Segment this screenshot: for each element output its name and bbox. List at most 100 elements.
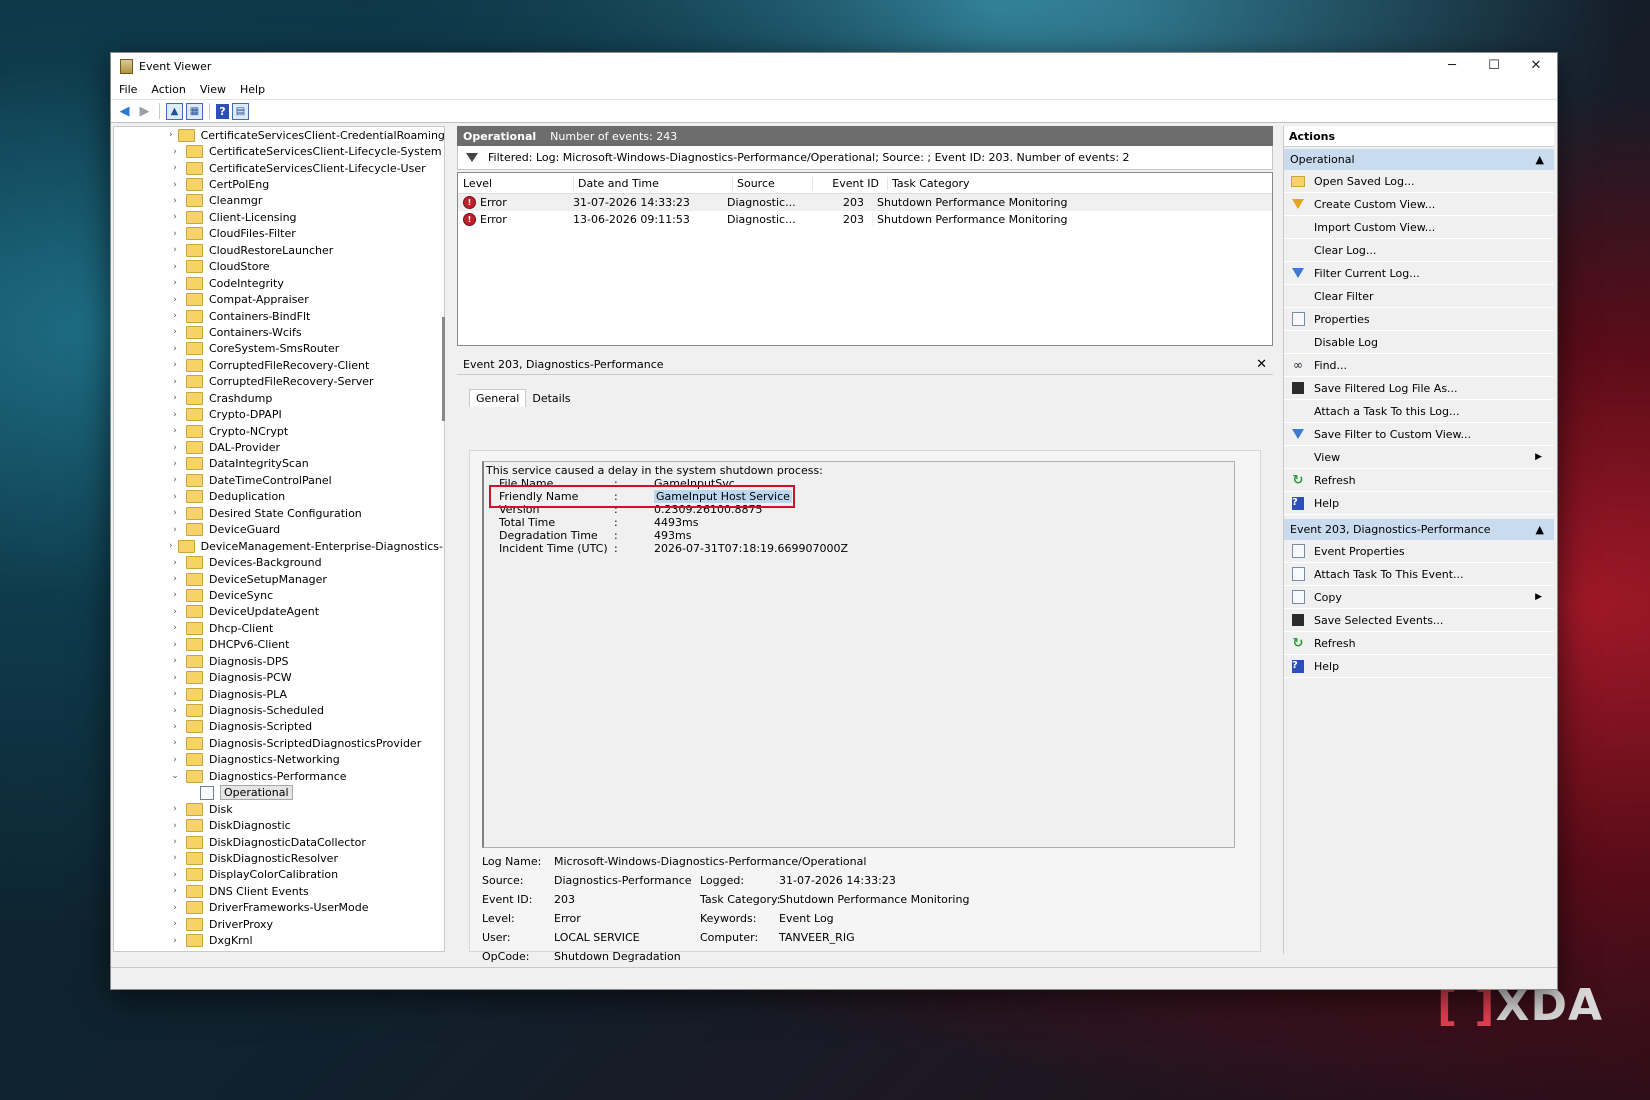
- tree-item[interactable]: › DAL-Provider: [114, 439, 444, 455]
- chevron-right-icon[interactable]: ›: [169, 903, 181, 913]
- menu-help[interactable]: Help: [240, 83, 274, 96]
- chevron-right-icon[interactable]: ›: [169, 886, 181, 896]
- tree-item[interactable]: › DriverFrameworks-UserMode: [114, 900, 444, 916]
- chevron-right-icon[interactable]: ›: [169, 229, 181, 239]
- tree-item[interactable]: › CloudStore: [114, 259, 444, 275]
- col-level[interactable]: Level: [458, 177, 573, 190]
- tree-item[interactable]: › Diagnosis-DPS: [114, 653, 444, 669]
- tree-item[interactable]: › DiskDiagnosticDataCollector: [114, 834, 444, 850]
- tree-item[interactable]: › Disk: [114, 801, 444, 817]
- tree-item[interactable]: › DxgKrnl: [114, 932, 444, 948]
- tree-item[interactable]: › Diagnostics-Networking: [114, 752, 444, 768]
- tree-item[interactable]: › Compat-Appraiser: [114, 291, 444, 307]
- close-button[interactable]: ✕: [1515, 53, 1557, 79]
- collapse-up-icon[interactable]: ▲: [1536, 153, 1544, 166]
- table-row[interactable]: ! Error 31-07-2026 14:33:23 Diagnostic...…: [458, 194, 1272, 211]
- chevron-right-icon[interactable]: ›: [169, 853, 181, 863]
- menu-view[interactable]: View: [200, 83, 235, 96]
- chevron-right-icon[interactable]: ›: [169, 393, 181, 403]
- action-item[interactable]: ? Help: [1284, 492, 1554, 515]
- tree-item[interactable]: › CorruptedFileRecovery-Server: [114, 374, 444, 390]
- tree-item[interactable]: ⌄ Diagnostics-Performance: [114, 768, 444, 784]
- action-item[interactable]: Attach Task To This Event...: [1284, 563, 1554, 586]
- tree-item[interactable]: › CertificateServicesClient-CredentialRoa…: [114, 127, 444, 143]
- forward-arrow-icon[interactable]: ▶: [136, 103, 153, 120]
- action-item[interactable]: Clear Log...: [1284, 239, 1554, 262]
- tree-item[interactable]: › DeviceManagement-Enterprise-Diagnostics…: [114, 538, 444, 554]
- tree-item-operational[interactable]: Operational: [114, 785, 444, 801]
- chevron-right-icon[interactable]: ›: [169, 163, 181, 173]
- chevron-right-icon[interactable]: ›: [169, 130, 173, 140]
- action-item[interactable]: View ▶: [1284, 446, 1554, 469]
- actions-section-operational[interactable]: Operational ▲: [1284, 149, 1554, 170]
- chevron-down-icon[interactable]: ⌄: [169, 771, 181, 781]
- col-date-time[interactable]: Date and Time: [573, 176, 732, 190]
- tree-item[interactable]: › CloudFiles-Filter: [114, 226, 444, 242]
- action-item[interactable]: Save Filtered Log File As...: [1284, 377, 1554, 400]
- tree-item[interactable]: › Diagnosis-Scripted: [114, 719, 444, 735]
- action-item[interactable]: Save Filter to Custom View...: [1284, 423, 1554, 446]
- chevron-right-icon[interactable]: ›: [169, 804, 181, 814]
- tree-item[interactable]: › DisplayColorCalibration: [114, 867, 444, 883]
- tree-item[interactable]: › DHCPv6-Client: [114, 637, 444, 653]
- chevron-right-icon[interactable]: ›: [169, 262, 181, 272]
- chevron-right-icon[interactable]: ›: [169, 459, 181, 469]
- help-icon[interactable]: ?: [216, 103, 229, 119]
- tree-item[interactable]: › CertificateServicesClient-Lifecycle-Sys…: [114, 143, 444, 159]
- chevron-right-icon[interactable]: ›: [169, 311, 181, 321]
- collapse-up-icon[interactable]: ▲: [1536, 523, 1544, 536]
- menu-file[interactable]: File: [119, 83, 146, 96]
- tree-item[interactable]: › Devices-Background: [114, 554, 444, 570]
- tree-item[interactable]: › CertPolEng: [114, 176, 444, 192]
- chevron-right-icon[interactable]: ›: [169, 377, 181, 387]
- action-item[interactable]: Attach a Task To this Log...: [1284, 400, 1554, 423]
- chevron-right-icon[interactable]: ›: [169, 541, 173, 551]
- tree-item[interactable]: › Containers-BindFlt: [114, 308, 444, 324]
- chevron-right-icon[interactable]: ›: [169, 738, 181, 748]
- chevron-right-icon[interactable]: ›: [169, 936, 181, 946]
- tree-item[interactable]: › DateTimeControlPanel: [114, 472, 444, 488]
- maximize-button[interactable]: ☐: [1473, 53, 1515, 79]
- chevron-right-icon[interactable]: ›: [169, 689, 181, 699]
- action-item[interactable]: Properties: [1284, 308, 1554, 331]
- chevron-right-icon[interactable]: ›: [169, 919, 181, 929]
- tree-item[interactable]: › Dhcp-Client: [114, 620, 444, 636]
- back-arrow-icon[interactable]: ◀: [116, 103, 133, 120]
- tree-item[interactable]: › Diagnosis-PLA: [114, 686, 444, 702]
- tree-item[interactable]: › Diagnosis-ScriptedDiagnosticsProvider: [114, 735, 444, 751]
- menu-action[interactable]: Action: [151, 83, 194, 96]
- chevron-right-icon[interactable]: ›: [169, 147, 181, 157]
- action-item[interactable]: Event Properties: [1284, 540, 1554, 563]
- col-task-category[interactable]: Task Category: [887, 176, 1097, 190]
- chevron-right-icon[interactable]: ›: [169, 475, 181, 485]
- tree-item[interactable]: › CorruptedFileRecovery-Client: [114, 357, 444, 373]
- chevron-right-icon[interactable]: ›: [169, 360, 181, 370]
- tree-item[interactable]: › Crashdump: [114, 390, 444, 406]
- chevron-right-icon[interactable]: ›: [169, 426, 181, 436]
- chevron-right-icon[interactable]: ›: [169, 821, 181, 831]
- event-description-box[interactable]: This service caused a delay in the syste…: [482, 461, 1235, 848]
- chevron-right-icon[interactable]: ›: [169, 212, 181, 222]
- col-source[interactable]: Source: [732, 176, 812, 190]
- tree-item[interactable]: › Desired State Configuration: [114, 505, 444, 521]
- tree-item[interactable]: › Diagnosis-Scheduled: [114, 702, 444, 718]
- tree-vertical-scrollbar[interactable]: [442, 317, 445, 421]
- tree-item[interactable]: › Crypto-NCrypt: [114, 423, 444, 439]
- tree-item[interactable]: › CertificateServicesClient-Lifecycle-Use…: [114, 160, 444, 176]
- tree-item[interactable]: › DiskDiagnostic: [114, 817, 444, 833]
- chevron-right-icon[interactable]: ›: [169, 837, 181, 847]
- col-event-id[interactable]: Event ID: [812, 176, 887, 190]
- tab-general[interactable]: General: [469, 389, 527, 407]
- tree-item[interactable]: › CoreSystem-SmsRouter: [114, 341, 444, 357]
- action-item[interactable]: ? Help: [1284, 655, 1554, 678]
- chevron-right-icon[interactable]: ›: [169, 656, 181, 666]
- chevron-right-icon[interactable]: ›: [169, 640, 181, 650]
- action-item[interactable]: Filter Current Log...: [1284, 262, 1554, 285]
- chevron-right-icon[interactable]: ›: [169, 673, 181, 683]
- up-folder-icon[interactable]: ▲: [166, 102, 183, 120]
- show-hide-tree-icon[interactable]: ▦: [186, 102, 203, 120]
- tree-item[interactable]: › Diagnosis-PCW: [114, 669, 444, 685]
- tree-item[interactable]: › Crypto-DPAPI: [114, 406, 444, 422]
- show-hide-action-pane-icon[interactable]: ▤: [232, 102, 249, 120]
- tab-details[interactable]: Details: [526, 390, 576, 407]
